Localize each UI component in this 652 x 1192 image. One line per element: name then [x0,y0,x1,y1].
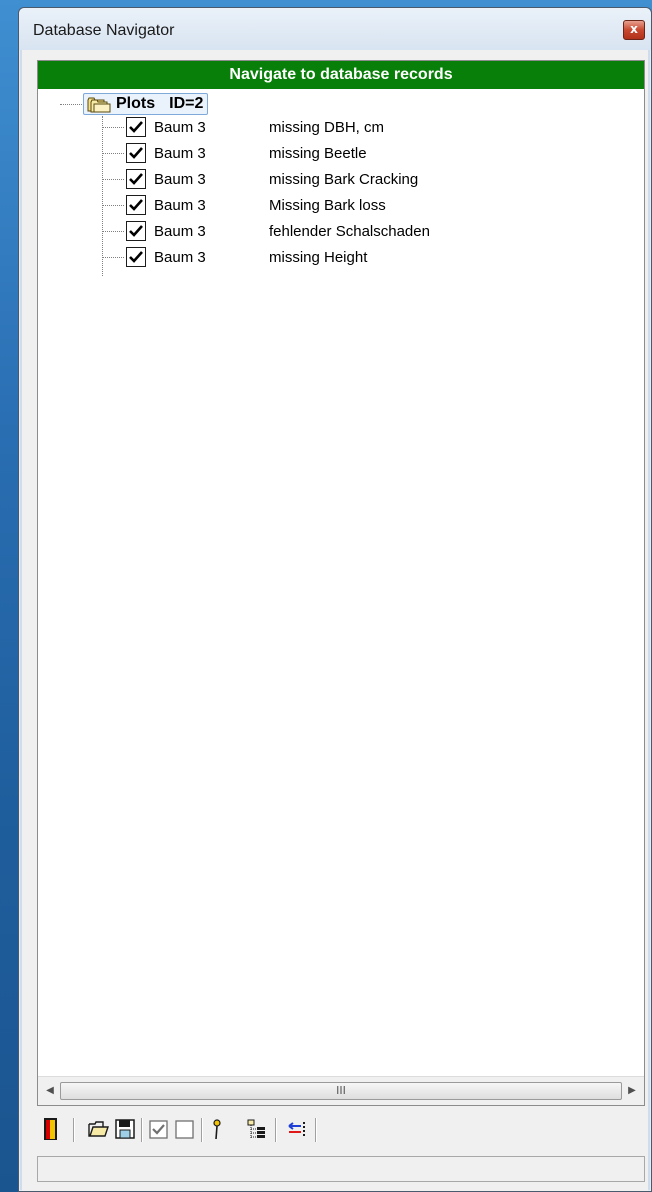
status-bar [37,1156,645,1182]
client-area: Navigate to database records Plots ID=2 … [22,50,648,1191]
item-checkbox[interactable] [126,143,146,163]
transfer-arrows-icon[interactable] [285,1116,309,1142]
title-bar[interactable]: Database Navigator x [19,8,651,50]
panel-header: Navigate to database records [38,61,644,89]
tree-root-label: Plots [116,95,156,112]
item-checkbox[interactable] [126,221,146,241]
tree-item[interactable]: Baum 3 fehlender Schalschaden [126,221,430,241]
check-all-icon[interactable] [147,1116,171,1142]
scroll-right-arrow[interactable]: ▶ [622,1077,642,1105]
save-disk-icon[interactable] [113,1116,137,1142]
item-name: Baum 3 [154,248,206,266]
toolbar-separator [201,1118,202,1142]
scroll-left-arrow[interactable]: ◀ [40,1077,60,1105]
window-title: Database Navigator [33,22,175,39]
tree-expand-icon[interactable] [245,1116,269,1142]
tree-connector [60,104,82,105]
checkmark-icon [129,147,143,159]
toolbar-separator [275,1118,276,1142]
item-name: Baum 3 [154,144,206,162]
tree-connector [102,257,124,258]
exit-door-icon[interactable] [39,1116,63,1142]
checkmark-icon [129,225,143,237]
item-description: missing Beetle [269,144,367,162]
tree-item[interactable]: Baum 3 missing DBH, cm [126,117,384,137]
tree-connector [102,127,124,128]
open-folder-icon[interactable] [87,1116,111,1142]
tree-item[interactable]: Baum 3 missing Bark Cracking [126,169,418,189]
horizontal-scrollbar[interactable]: ◀ III ▶ [38,1076,644,1105]
tree-connector [102,153,124,154]
tree-item[interactable]: Baum 3 missing Beetle [126,143,367,163]
item-name: Baum 3 [154,222,206,240]
item-name: Baum 3 [154,196,206,214]
item-checkbox[interactable] [126,247,146,267]
uncheck-all-icon[interactable] [173,1116,197,1142]
item-checkbox[interactable] [126,117,146,137]
item-description: missing DBH, cm [269,118,385,136]
toolbar [37,1112,645,1148]
item-description: missing Bark Cracking [269,170,419,188]
item-description: missing Height [269,248,368,266]
tree-item[interactable]: Baum 3 Missing Bark loss [126,195,386,215]
item-checkbox[interactable] [126,169,146,189]
database-navigator-window: Database Navigator x Navigate to databas… [18,7,652,1192]
pin-icon[interactable] [207,1116,231,1142]
checkmark-icon [129,121,143,133]
item-description: fehlender Schalschaden [269,222,430,240]
folders-icon [86,95,112,113]
navigator-panel: Navigate to database records Plots ID=2 … [37,60,645,1106]
tree-connector [102,179,124,180]
checkmark-icon [129,251,143,263]
tree-connector [102,116,103,276]
close-button[interactable]: x [623,20,645,40]
item-name: Baum 3 [154,170,206,188]
scroll-thumb[interactable]: III [60,1082,622,1100]
item-name: Baum 3 [154,118,206,136]
tree-root-id: ID=2 [169,95,204,112]
item-checkbox[interactable] [126,195,146,215]
toolbar-separator [315,1118,316,1142]
tree-root-plots[interactable]: Plots ID=2 [83,93,209,115]
tree-connector [102,205,124,206]
item-description: Missing Bark loss [269,196,386,214]
tree-connector [102,231,124,232]
checkmark-icon [129,173,143,185]
toolbar-separator [73,1118,74,1142]
toolbar-separator [141,1118,142,1142]
checkmark-icon [129,199,143,211]
tree-item[interactable]: Baum 3 missing Height [126,247,367,267]
records-tree[interactable]: Plots ID=2 Baum 3 missing DBH, cm Baum 3… [38,89,644,1077]
